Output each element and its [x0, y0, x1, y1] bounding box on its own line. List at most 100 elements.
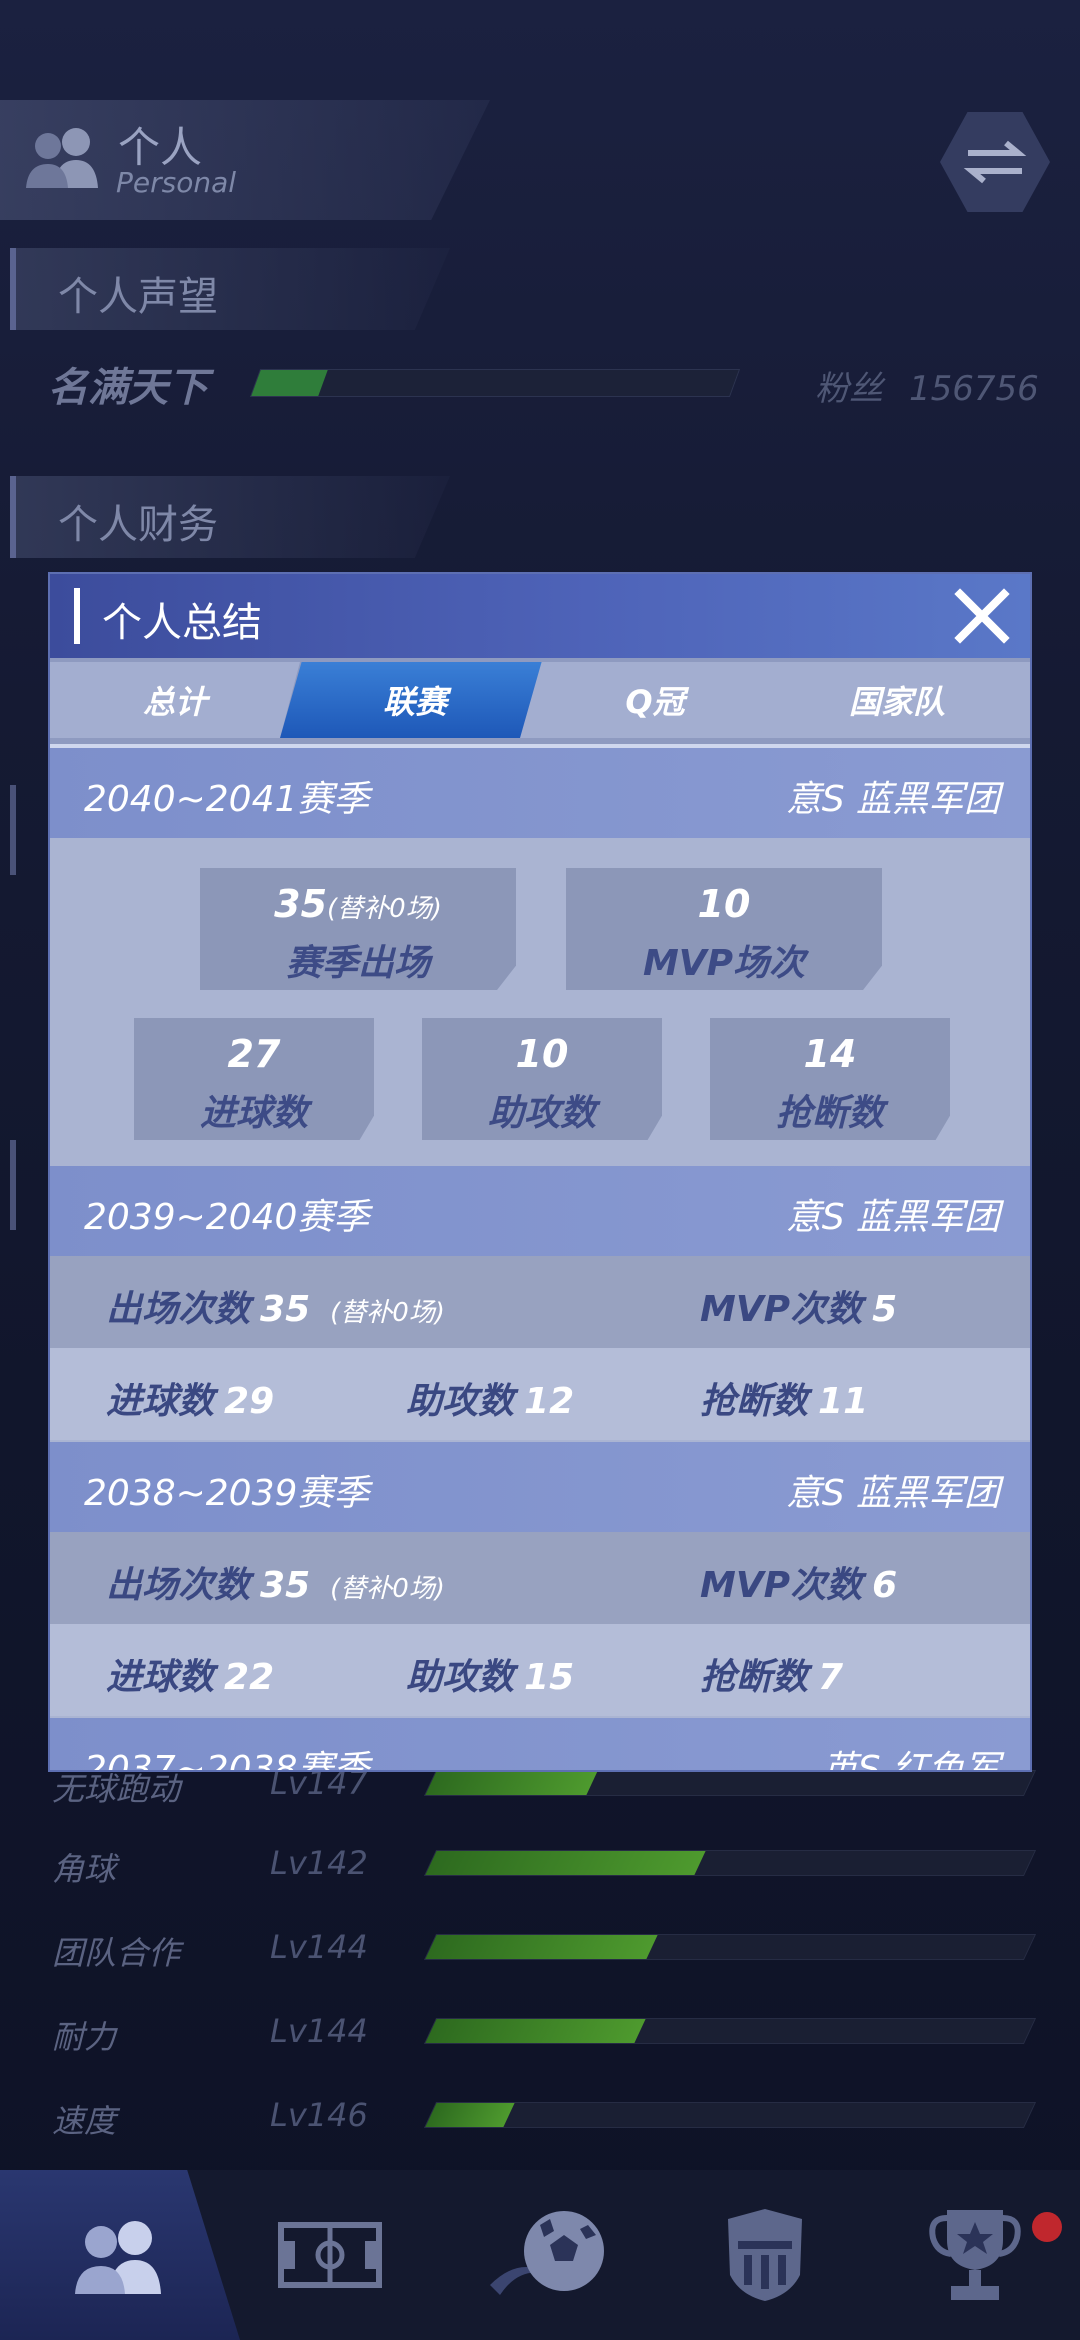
close-icon[interactable]: [950, 584, 1014, 648]
appearances-value: 35: [274, 882, 328, 926]
swap-arrows-icon: [963, 140, 1027, 184]
attribute-row: 角球 Lv142: [0, 1838, 1080, 1898]
mvp-value: 5: [872, 1289, 898, 1330]
page-header: 个人 Personal: [0, 100, 490, 220]
steals-value: 7: [818, 1657, 844, 1698]
attribute-name: 角球: [52, 1850, 117, 1888]
attribute-progress-fill: [425, 2019, 646, 2043]
tab-q-cup-label: Q冠: [625, 683, 685, 721]
mvp-label: MVP次数: [700, 1289, 863, 1330]
nav-match[interactable]: [440, 2170, 660, 2340]
steals-label: 抢断数: [700, 1381, 809, 1422]
steals-value: 11: [818, 1381, 869, 1422]
mvp-value: 6: [872, 1565, 898, 1606]
left-notch: [10, 785, 16, 875]
season-team: 意S 蓝黑军团: [785, 1197, 1000, 1238]
bottom-nav: [0, 2170, 1080, 2340]
attribute-row: 速度 Lv146: [0, 2090, 1080, 2150]
stat-card-appearances: 35(替补0场) 赛季出场: [200, 868, 516, 990]
nav-players[interactable]: [0, 2170, 240, 2340]
tab-league-label: 联赛: [382, 683, 447, 721]
section-finance: 个人财务: [10, 476, 450, 558]
appearances-label: 出场次数: [106, 1565, 251, 1606]
mvp-cell: MVP次数 6: [700, 1556, 897, 1608]
attribute-row: 团队合作 Lv144: [0, 1922, 1080, 1982]
appearances-value: 35: [260, 1289, 311, 1330]
reputation-title: 名满天下: [48, 365, 208, 411]
stat-card-steals: 14 抢断数: [710, 1018, 950, 1140]
appearances-sub: (替补0场): [327, 894, 442, 924]
soccer-ball-icon: [490, 2211, 604, 2295]
left-notch: [10, 1140, 16, 1230]
attribute-level: Lv142: [270, 1844, 368, 1882]
tab-league[interactable]: 联赛: [280, 662, 550, 738]
goals-label: 进球数: [106, 1381, 215, 1422]
reputation-progress-bar: [249, 369, 741, 397]
tab-total-label: 总计: [142, 683, 207, 721]
nav-trophy[interactable]: [870, 2170, 1080, 2340]
season-team: 英S 红色军: [821, 1749, 1000, 1772]
attribute-progress-bar: [423, 1770, 1037, 1796]
title-accent-bar: [74, 588, 80, 644]
tab-total[interactable]: 总计: [50, 662, 300, 738]
season-header: 2039~2040赛季 意S 蓝黑军团: [50, 1166, 1030, 1256]
nav-club[interactable]: [660, 2170, 870, 2340]
stat-value: 35(替补0场): [200, 882, 516, 926]
assists-cell: 助攻数 15: [406, 1648, 574, 1700]
assists-label: 助攻数: [406, 1657, 515, 1698]
attribute-level: Lv144: [270, 1928, 368, 1966]
mvp-value: 10: [697, 882, 751, 926]
steals-cell: 抢断数 11: [700, 1372, 868, 1424]
attribute-progress-fill: [425, 1771, 599, 1795]
season-name: 2040~2041赛季: [84, 779, 370, 820]
people-icon: [26, 128, 98, 188]
personal-summary-modal: 个人总结 总计 联赛 Q冠 国家队 2040~2041赛季 意S 蓝黑军团 35…: [48, 572, 1032, 1772]
tab-national-team-label: 国家队: [848, 683, 945, 721]
appearances-value: 35: [260, 1565, 311, 1606]
attribute-progress-bar: [423, 2102, 1037, 2128]
attribute-level: Lv144: [270, 2012, 368, 2050]
tab-q-cup[interactable]: Q冠: [520, 662, 790, 738]
season-header: 2040~2041赛季 意S 蓝黑军团: [50, 748, 1030, 838]
season-stats-row: 出场次数 35 (替补0场) MVP次数 6: [50, 1532, 1030, 1624]
attribute-name: 团队合作: [52, 1934, 181, 1972]
goals-label: 进球数: [106, 1657, 215, 1698]
steals-label: 抢断数: [700, 1657, 809, 1698]
stat-label: 抢断数: [775, 1093, 884, 1134]
stat-label: 助攻数: [487, 1093, 596, 1134]
season-name: 2037~2038赛季: [84, 1749, 370, 1772]
club-badge-icon: [728, 2209, 802, 2301]
reputation-row: 名满天下 粉丝 156756: [0, 355, 1080, 415]
fans-value: 156756: [909, 369, 1039, 409]
stat-card-mvp: 10 MVP场次: [566, 868, 882, 990]
season-header: 2038~2039赛季 意S 蓝黑军团: [50, 1442, 1030, 1532]
page-subtitle: Personal: [116, 166, 237, 199]
season-team: 意S 蓝黑军团: [785, 779, 1000, 820]
attribute-row: 耐力 Lv144: [0, 2006, 1080, 2066]
tab-bar: 总计 联赛 Q冠 国家队: [50, 658, 1030, 744]
stat-label: 赛季出场: [285, 943, 430, 984]
modal-header: 个人总结: [50, 574, 1030, 658]
attribute-progress-fill: [425, 1851, 706, 1875]
section-reputation-label: 个人声望: [58, 274, 218, 320]
steals-cell: 抢断数 7: [700, 1648, 843, 1700]
tab-national-team[interactable]: 国家队: [760, 662, 1030, 738]
stat-label: MVP场次: [642, 943, 806, 984]
season-team: 意S 蓝黑军团: [785, 1473, 1000, 1514]
attribute-name: 耐力: [52, 2018, 117, 2056]
season-stats-row: 进球数 22 助攻数 15 抢断数 7: [50, 1624, 1030, 1716]
goals-cell: 进球数 22: [106, 1648, 274, 1700]
nav-pitch[interactable]: [220, 2170, 440, 2340]
attribute-progress-fill: [425, 2103, 515, 2127]
trophy-icon: [929, 2210, 1021, 2300]
assists-value: 15: [524, 1657, 575, 1698]
players-icon: [75, 2221, 161, 2294]
season-stats-row: 出场次数 35 (替补0场) MVP次数 5: [50, 1256, 1030, 1348]
attribute-level: Lv146: [270, 2096, 368, 2134]
mvp-cell: MVP次数 5: [700, 1280, 897, 1332]
reputation-progress-fill: [251, 370, 328, 396]
switch-button[interactable]: [940, 112, 1050, 212]
section-reputation: 个人声望: [10, 248, 450, 330]
season-name: 2039~2040赛季: [84, 1197, 370, 1238]
stat-card-goals: 27 进球数: [134, 1018, 374, 1140]
